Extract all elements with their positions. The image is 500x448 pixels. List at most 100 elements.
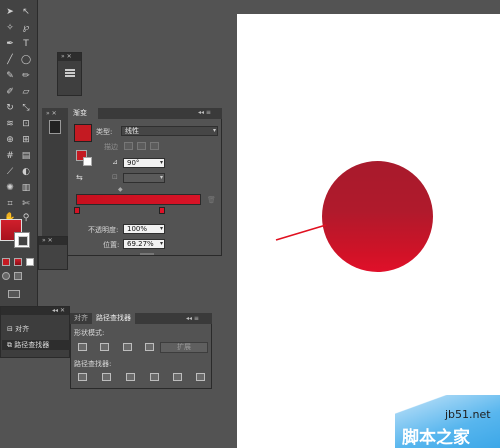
pen-tool-icon[interactable]: ✒ [3,38,17,51]
align-icon: ⊟ [7,325,16,333]
opacity-value: 100% [127,225,148,233]
free-transform-tool-icon[interactable]: ⊡ [19,118,33,131]
rotate-tool-icon[interactable]: ↻ [3,102,17,115]
type-tool-icon[interactable]: T [19,38,33,51]
type-label: 类型: [96,128,113,136]
blend-tool-icon[interactable]: ◐ [19,166,33,179]
gradient-panel-side: » ✕ [42,108,68,256]
gradient-slider[interactable] [76,194,201,205]
angle-value: 90° [127,159,140,167]
gradient-thumbnail-icon[interactable] [49,120,61,134]
slice-tool-icon[interactable]: ✄ [19,198,33,211]
color-panel-header[interactable]: » ✕ [39,237,67,245]
annotation-arrow-icon [275,224,327,241]
width-tool-icon[interactable]: ≋ [3,118,17,131]
selection-tool-icon[interactable]: ➤ [3,6,17,19]
draw-behind-icon[interactable] [14,272,22,280]
collapsed-panel[interactable]: » ✕ [57,52,82,96]
dock-item-align[interactable]: ⊟ 对齐 [7,324,29,334]
pathfinder-tabbar: 对齐 路径查找器 ◂◂ ≡ [70,313,212,324]
location-value: 69.27% [127,240,154,248]
direct-selection-tool-icon[interactable]: ↖ [19,6,33,19]
left-dock: ◂◂ ✕ ⊟ 对齐 ⧉ 路径查找器 [0,306,70,358]
aspect-ratio-field[interactable]: ▾ [123,173,165,183]
location-field[interactable]: 69.27% ▾ [123,239,165,249]
magic-wand-tool-icon[interactable]: ✧ [3,22,17,35]
intersect-icon[interactable] [123,343,132,351]
draw-normal-icon[interactable] [2,272,10,280]
column-graph-tool-icon[interactable]: ▥ [19,182,33,195]
collapsed-panel-header[interactable]: » ✕ [58,53,81,61]
gradient-stop-right[interactable] [159,207,165,214]
gradient-fill-swatch[interactable] [74,124,92,142]
merge-icon[interactable] [126,373,135,381]
gradient-circle[interactable] [322,161,433,272]
watermark-url: jb51.net [445,408,491,421]
opacity-label: 不透明度: [88,226,119,234]
dock-header[interactable]: ◂◂ ✕ [1,307,69,315]
delete-stop-icon[interactable]: 🗑 [207,196,216,204]
outline-icon[interactable] [173,373,182,381]
shape-modes-label: 形状模式: [74,329,105,337]
stroke-option-2-icon[interactable] [137,142,146,150]
color-mode-icon[interactable] [2,258,10,266]
tab-align[interactable]: 对齐 [70,313,92,324]
paintbrush-tool-icon[interactable]: ✎ [3,70,17,83]
expand-button[interactable]: 扩展 [160,342,208,353]
minus-front-icon[interactable] [100,343,109,351]
type-dropdown[interactable]: 线性 ▾ [121,126,218,136]
tab-gradient[interactable]: 渐变 [68,108,98,119]
panel-collapse-icon[interactable]: ◂◂ ≡ [198,109,211,116]
unite-icon[interactable] [78,343,87,351]
gradient-mode-icon[interactable] [14,258,22,266]
line-tool-icon[interactable]: ╱ [3,54,17,67]
stroke-option-3-icon[interactable] [150,142,159,150]
angle-field[interactable]: 90° ▾ [123,158,165,168]
chevron-down-icon: ▾ [212,127,216,134]
blob-brush-tool-icon[interactable]: ✐ [3,86,17,99]
stroke-color-swatch[interactable] [14,232,30,248]
symbol-sprayer-tool-icon[interactable]: ✺ [3,182,17,195]
color-panel-stub: » ✕ [38,236,68,270]
crop-icon[interactable] [150,373,159,381]
eraser-tool-icon[interactable]: ▱ [19,86,33,99]
gradient-tool-icon[interactable]: ▤ [19,150,33,163]
stroke-mini-swatch[interactable] [83,157,92,166]
gradient-stop-left[interactable] [74,207,80,214]
reverse-gradient-icon[interactable]: ⇆ [76,173,83,182]
panel-resize-grip[interactable] [140,253,154,255]
dock-item-pathfinder[interactable]: ⧉ 路径查找器 [2,340,70,350]
eyedropper-tool-icon[interactable]: ⟋ [3,166,17,179]
watermark-text: 脚本之家 [402,428,470,448]
screen-mode-icon[interactable] [8,290,20,298]
mesh-tool-icon[interactable]: # [3,150,17,163]
exclude-icon[interactable] [145,343,154,351]
chevron-down-icon: ▾ [159,240,163,247]
side-header-icon[interactable]: » ✕ [46,110,57,117]
perspective-grid-tool-icon[interactable]: ⊞ [19,134,33,147]
aspect-ratio-icon: ⊡ [112,173,118,181]
type-value: 线性 [125,127,139,135]
angle-icon: ⊿ [112,158,118,166]
stroke-label: 描边 [104,143,118,151]
stroke-option-1-icon[interactable] [124,142,133,150]
ellipse-tool-icon[interactable]: ◯ [19,54,33,67]
location-label: 位置: [103,241,120,249]
panel-menu-icon[interactable]: ◂◂ ≡ [182,313,203,324]
lasso-tool-icon[interactable]: ℘ [19,22,33,35]
tab-pathfinder[interactable]: 路径查找器 [92,313,135,324]
panel-menu-icon[interactable] [65,69,75,71]
pathfinders-label: 路径查找器: [74,360,112,368]
pencil-tool-icon[interactable]: ✏ [19,70,33,83]
shape-builder-tool-icon[interactable]: ⊕ [3,134,17,147]
divide-icon[interactable] [78,373,87,381]
chevron-down-icon: ▾ [159,225,163,232]
artboard-tool-icon[interactable]: ⌗ [3,198,17,211]
none-mode-icon[interactable] [26,258,34,266]
midpoint-diamond-icon[interactable]: ◆ [118,186,123,193]
trim-icon[interactable] [102,373,111,381]
scale-tool-icon[interactable]: ⤡ [19,102,33,115]
chevron-down-icon: ▾ [159,159,163,166]
minus-back-icon[interactable] [196,373,205,381]
opacity-field[interactable]: 100% ▾ [123,224,165,234]
